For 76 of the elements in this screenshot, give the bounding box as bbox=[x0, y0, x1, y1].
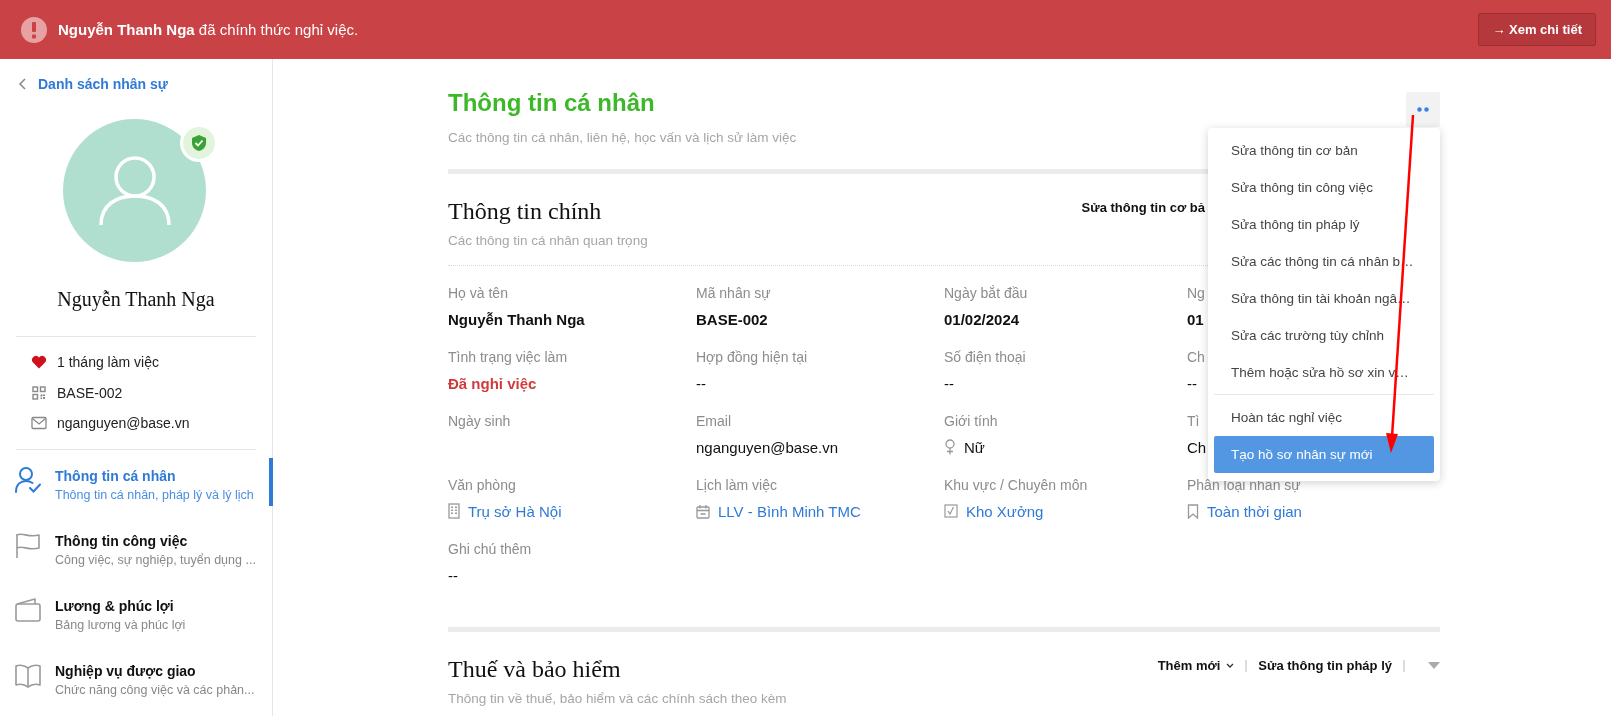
qr-code-icon bbox=[31, 385, 47, 400]
nav-item[interactable]: Lương & phúc lợi Bảng lương và phúc lợi bbox=[0, 595, 272, 639]
field-value: nganguyen@base.vn bbox=[696, 438, 838, 456]
field-value: -- bbox=[696, 374, 706, 392]
profile-fact: BASE-002 bbox=[57, 384, 123, 401]
field-label: Ngày bắt đầu bbox=[944, 284, 1028, 303]
field-value: -- bbox=[1187, 374, 1197, 392]
section-subtitle: Thông tin về thuế, bảo hiểm và các chính sách theo kèm bbox=[448, 691, 787, 706]
menu-item[interactable]: Hoàn tác nghỉ việc bbox=[1214, 399, 1434, 436]
field-value: Nữ bbox=[964, 438, 985, 456]
nav-item[interactable]: Nghiệp vụ được giao Chức năng công việc và các phản... bbox=[0, 660, 272, 704]
field-label: Ng bbox=[1187, 284, 1205, 303]
nav-item[interactable]: Thông tin công việc Công việc, sự nghiệp, tuyển dụng ... bbox=[0, 530, 272, 574]
field-value: BASE-002 bbox=[696, 310, 768, 328]
field-label: Khu vực / Chuyên môn bbox=[944, 476, 1088, 495]
flag-icon bbox=[14, 530, 42, 559]
section-title: Thông tin chính bbox=[448, 197, 603, 226]
field-label: Tình trạng việc làm bbox=[448, 348, 568, 367]
field-label: Ghi chú thêm bbox=[448, 540, 532, 559]
field-value: 01 bbox=[1187, 310, 1204, 328]
field-value[interactable]: LLV - Bình Minh TMC bbox=[718, 502, 861, 520]
field-label: Tì bbox=[1187, 412, 1200, 431]
view-details-button[interactable]: → Xem chi tiết bbox=[1478, 13, 1596, 46]
edit-link[interactable]: Sửa thông tin cơ bả bbox=[1081, 200, 1205, 215]
field-value: Đã nghỉ việc bbox=[448, 374, 537, 392]
shield-check-icon bbox=[191, 134, 207, 152]
bookmark-icon bbox=[1187, 503, 1199, 519]
checkbox-icon bbox=[944, 504, 958, 518]
section-title: Thuế và bảo hiểm bbox=[448, 655, 622, 684]
page-title: Thông tin cá nhân bbox=[448, 88, 656, 118]
field-label: Lịch làm việc bbox=[696, 476, 777, 495]
back-link[interactable]: Danh sách nhân sự bbox=[38, 75, 168, 92]
chevron-down-icon bbox=[1226, 663, 1235, 668]
field-label: Ngày sinh bbox=[448, 412, 511, 431]
field-value: -- bbox=[944, 374, 954, 392]
page-subtitle: Các thông tin cá nhân, liên hệ, học vấn và lịch sử làm việc bbox=[448, 130, 797, 145]
field-label: Email bbox=[696, 412, 731, 431]
field-value: 01/02/2024 bbox=[944, 310, 1020, 328]
profile-fact: nganguyen@base.vn bbox=[57, 415, 190, 432]
menu-item[interactable]: Sửa thông tin pháp lý bbox=[1214, 206, 1434, 243]
heart-icon bbox=[31, 354, 47, 371]
field-label: Số điện thoại bbox=[944, 348, 1026, 367]
field-value[interactable]: Kho Xưởng bbox=[966, 502, 1044, 520]
field-value[interactable]: Trụ sở Hà Nội bbox=[468, 502, 562, 520]
field-value[interactable]: Toàn thời gian bbox=[1207, 502, 1302, 520]
field-label: Họ và tên bbox=[448, 284, 508, 303]
field-label: Ch bbox=[1187, 348, 1205, 367]
field-value: Ch bbox=[1187, 438, 1207, 456]
profile-fact: 1 tháng làm việc bbox=[57, 354, 159, 371]
menu-item[interactable]: Sửa thông tin công việc bbox=[1214, 169, 1434, 206]
female-sign-icon bbox=[944, 439, 956, 455]
field-label: Văn phòng bbox=[448, 476, 516, 495]
employee-name: Nguyễn Thanh Nga bbox=[56, 288, 216, 311]
chevron-left-icon bbox=[18, 77, 26, 90]
menu-item[interactable]: Sửa thông tin cơ bản bbox=[1214, 132, 1434, 169]
field-label: Giới tính bbox=[944, 412, 998, 431]
user-silhouette-icon bbox=[97, 154, 172, 227]
wallet-icon bbox=[14, 595, 42, 624]
field-label: Hợp đồng hiện tại bbox=[696, 348, 808, 367]
more-button[interactable] bbox=[1406, 92, 1440, 127]
envelope-icon bbox=[31, 416, 47, 431]
field-label: Mã nhân sự bbox=[696, 284, 771, 303]
menu-item[interactable]: Sửa các trường tùy chỉnh bbox=[1214, 317, 1434, 354]
building-icon bbox=[448, 503, 460, 519]
field-value: -- bbox=[448, 566, 458, 584]
edit-link[interactable]: Sửa thông tin pháp lý bbox=[1258, 658, 1392, 673]
section-subtitle: Các thông tin cá nhân quan trọng bbox=[448, 233, 648, 248]
user-check-icon bbox=[14, 465, 42, 494]
add-new-dropdown[interactable]: Thêm mới bbox=[1157, 658, 1235, 673]
calendar-icon bbox=[696, 503, 710, 519]
warning-icon bbox=[21, 16, 47, 43]
collapse-button[interactable] bbox=[1428, 662, 1440, 669]
field-value: Nguyễn Thanh Nga bbox=[448, 310, 585, 328]
alert-message: Nguyễn Thanh Nga đã chính thức nghỉ việc. bbox=[58, 21, 360, 38]
caret-down-icon bbox=[1428, 662, 1440, 669]
more-dots-icon bbox=[1417, 107, 1429, 112]
